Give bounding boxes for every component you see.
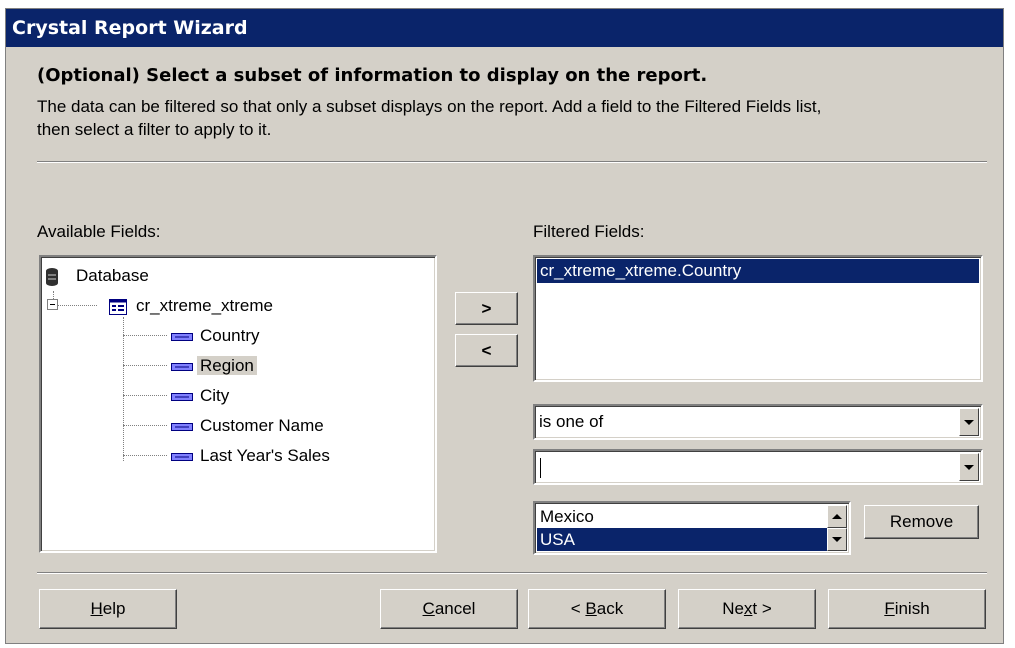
available-fields-tree[interactable]: Database cr_xtreme_xtreme Country Region… xyxy=(39,255,437,553)
tree-item-database-label: Database xyxy=(76,266,149,285)
next-rest: t > xyxy=(752,599,772,618)
chevron-up-icon xyxy=(832,514,842,519)
chevron-down-icon xyxy=(964,464,974,470)
operator-dropdown-button[interactable] xyxy=(959,408,979,436)
tree-connector xyxy=(123,425,167,426)
crystal-report-wizard-dialog: Crystal Report Wizard (Optional) Select … xyxy=(5,8,1004,644)
next-button[interactable]: Ne x t > xyxy=(678,589,816,629)
tree-item-field[interactable]: Country xyxy=(171,323,263,349)
tree-connector xyxy=(123,317,124,461)
next-accel: x xyxy=(743,599,753,618)
field-icon xyxy=(171,392,193,401)
available-fields-label: Available Fields: xyxy=(37,222,161,241)
tree-connector xyxy=(123,455,167,456)
remove-field-button[interactable]: < xyxy=(455,334,518,367)
cancel-rest: ancel xyxy=(434,599,476,618)
step-description: The data can be filtered so that only a … xyxy=(37,95,987,141)
field-label: City xyxy=(200,386,230,405)
minus-icon xyxy=(50,304,55,305)
field-label: Last Year's Sales xyxy=(200,446,330,465)
filtered-fields-label: Filtered Fields: xyxy=(533,222,645,241)
scroll-down-button[interactable] xyxy=(827,528,847,551)
value-dropdown-button[interactable] xyxy=(959,453,979,481)
filter-value-item-selected[interactable]: USA xyxy=(537,528,827,551)
cancel-button[interactable]: Cancel xyxy=(380,589,518,629)
field-label: Customer Name xyxy=(200,416,324,435)
filtered-fields-list[interactable]: cr_xtreme_xtreme.Country xyxy=(533,255,983,382)
tree-connector xyxy=(123,365,167,366)
next-pre: Ne xyxy=(722,599,744,618)
tree-item-field[interactable]: Customer Name xyxy=(171,413,327,439)
step-heading: (Optional) Select a subset of informatio… xyxy=(37,65,708,86)
field-label: Region xyxy=(197,356,257,375)
window-title: Crystal Report Wizard xyxy=(6,9,1003,47)
filter-values-list[interactable]: Mexico USA xyxy=(533,501,851,555)
value-combo[interactable] xyxy=(533,449,983,485)
tree-item-table[interactable]: cr_xtreme_xtreme xyxy=(109,293,276,319)
text-cursor xyxy=(540,458,541,478)
tree-item-table-label: cr_xtreme_xtreme xyxy=(136,296,273,315)
finish-button[interactable]: Finish xyxy=(828,589,986,629)
field-label: Country xyxy=(200,326,260,345)
finish-accel: F xyxy=(884,599,895,618)
values-scrollbar[interactable] xyxy=(827,505,847,551)
chevron-down-icon xyxy=(832,537,842,542)
tree-item-database[interactable]: Database xyxy=(45,263,152,289)
back-rest: ack xyxy=(596,599,624,618)
field-icon xyxy=(171,362,193,371)
description-line-1: The data can be filtered so that only a … xyxy=(37,97,822,116)
scroll-up-button[interactable] xyxy=(827,505,847,528)
header-divider xyxy=(37,161,987,163)
add-field-button[interactable]: > xyxy=(455,292,518,325)
operator-select[interactable]: is one of xyxy=(533,404,983,440)
field-icon xyxy=(171,452,193,461)
field-icon xyxy=(171,332,193,341)
help-accel: H xyxy=(90,599,103,618)
table-icon xyxy=(109,298,127,315)
filtered-field-item[interactable]: cr_xtreme_xtreme.Country xyxy=(537,259,979,283)
tree-connector xyxy=(123,395,167,396)
chevron-down-icon xyxy=(964,419,974,425)
remove-value-button[interactable]: Remove xyxy=(864,505,979,539)
operator-value: is one of xyxy=(539,412,604,431)
footer-divider xyxy=(37,572,987,574)
cancel-accel: C xyxy=(422,599,435,618)
back-button[interactable]: < Back xyxy=(528,589,666,629)
help-button[interactable]: Help xyxy=(39,589,177,629)
tree-item-field[interactable]: Last Year's Sales xyxy=(171,443,333,469)
database-icon xyxy=(46,267,58,286)
filter-value-item[interactable]: Mexico xyxy=(537,505,827,528)
tree-connector xyxy=(53,305,97,306)
back-pre: < xyxy=(570,599,586,618)
collapse-toggle[interactable] xyxy=(47,299,58,310)
back-accel: B xyxy=(585,599,597,618)
tree-item-field-selected[interactable]: Region xyxy=(171,353,257,379)
field-icon xyxy=(171,422,193,431)
tree-connector xyxy=(123,335,167,336)
finish-rest: inish xyxy=(894,599,930,618)
help-rest: elp xyxy=(102,599,126,618)
description-line-2: then select a filter to apply to it. xyxy=(37,120,272,139)
tree-item-field[interactable]: City xyxy=(171,383,232,409)
